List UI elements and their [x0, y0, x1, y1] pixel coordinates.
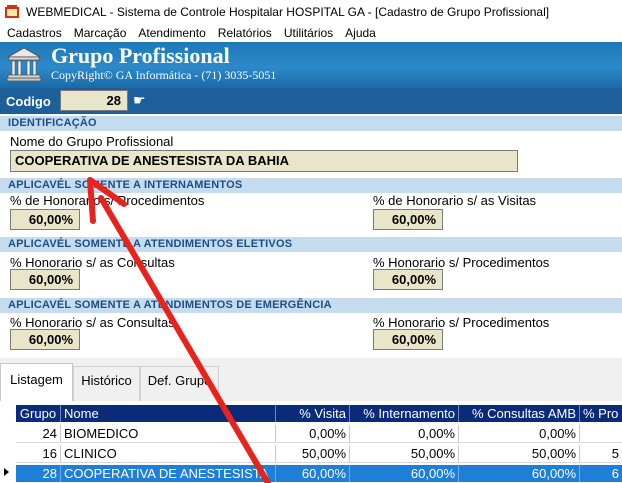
page-title: Grupo Profissional [51, 43, 230, 68]
cell-grupo: 28 [16, 465, 61, 482]
group-name-field[interactable]: COOPERATIVA DE ANESTESISTA DA BAHIA [10, 150, 518, 172]
pointing-hand-icon[interactable]: ☛ [133, 93, 146, 107]
section-eletivos: APLICAVÉL SOMENTE A ATENDIMENTOS ELETIVO… [0, 237, 622, 252]
cell-nome: COOPERATIVA DE ANESTESISTA [61, 465, 276, 482]
menu-cadastros[interactable]: Cadastros [0, 26, 68, 40]
cell-consultas-amb: 50,00% [459, 445, 580, 462]
table-row[interactable]: 24 BIOMEDICO 0,00% 0,00% 0,00% [16, 425, 622, 442]
listing-panel: Grupo Nome % Visita % Internamento % Con… [0, 401, 622, 483]
col-header-nome[interactable]: Nome [61, 405, 276, 422]
menu-marcacao[interactable]: Marcação [68, 26, 133, 40]
col-header-visita[interactable]: % Visita [276, 405, 350, 422]
table-row[interactable]: 16 CLINICO 50,00% 50,00% 50,00% 5 [16, 445, 622, 462]
cell-consultas-amb: 0,00% [459, 425, 580, 442]
emergencia-proc-field[interactable]: 60,00% [373, 329, 443, 350]
col-header-internamento[interactable]: % Internamento [350, 405, 459, 422]
section-identificacao: IDENTIFICAÇÃO [0, 116, 622, 131]
section-internamentos: APLICAVÉL SOMENTE A INTERNAMENTOS [0, 178, 622, 193]
tab-historico[interactable]: Histórico [73, 366, 140, 401]
emergencia-consultas-field[interactable]: 60,00% [10, 329, 80, 350]
table-row-selected[interactable]: 28 COOPERATIVA DE ANESTESISTA 60,00% 60,… [16, 465, 622, 482]
menu-utilitarios[interactable]: Utilitários [278, 26, 339, 40]
cell-internamento: 0,00% [350, 425, 459, 442]
intern-proc-label: % de Honorario s/ Procedimentos [10, 193, 205, 208]
window-title: WEBMEDICAL - Sistema de Controle Hospita… [26, 5, 550, 19]
menu-atendimento[interactable]: Atendimento [132, 26, 211, 40]
code-bar: Codigo 28 ☛ [0, 88, 622, 114]
cell-nome: BIOMEDICO [61, 425, 276, 442]
code-field[interactable]: 28 [60, 90, 128, 111]
tab-def-grupo[interactable]: Def. Grupo [140, 366, 219, 401]
group-table[interactable]: Grupo Nome % Visita % Internamento % Con… [16, 403, 622, 483]
col-header-consultas-amb[interactable]: % Consultas AMB [459, 405, 580, 422]
emergencia-consultas-label: % Honorario s/ as Consultas [10, 315, 175, 330]
intern-visitas-label: % de Honorario s/ as Visitas [373, 193, 537, 208]
cell-procedimentos [580, 425, 622, 442]
window-titlebar: WEBMEDICAL - Sistema de Controle Hospita… [0, 0, 622, 24]
eletivo-consultas-field[interactable]: 60,00% [10, 269, 80, 290]
form-header: Grupo Profissional CopyRight© GA Informá… [0, 42, 622, 88]
intern-visitas-field[interactable]: 60,00% [373, 209, 443, 230]
cell-nome: CLINICO [61, 445, 276, 462]
cell-procedimentos: 6 [611, 466, 619, 481]
emergencia-proc-label: % Honorario s/ Procedimentos [373, 315, 550, 330]
cell-visita: 50,00% [276, 445, 350, 462]
tab-listagem[interactable]: Listagem [0, 363, 73, 401]
cell-internamento: 60,00% [350, 465, 459, 482]
cell-procedimentos: 5 [611, 446, 619, 461]
col-header-grupo[interactable]: Grupo [16, 405, 61, 422]
form-panel: IDENTIFICAÇÃO Nome do Grupo Profissional… [0, 114, 622, 358]
menu-relatorios[interactable]: Relatórios [212, 26, 278, 40]
group-name-label: Nome do Grupo Profissional [10, 134, 174, 149]
row-divider [16, 442, 622, 443]
current-row-indicator-icon [4, 468, 9, 476]
menu-ajuda[interactable]: Ajuda [339, 26, 382, 40]
cell-grupo: 24 [16, 425, 61, 442]
eletivo-proc-label: % Honorario s/ Procedimentos [373, 255, 550, 270]
intern-proc-field[interactable]: 60,00% [10, 209, 80, 230]
cell-visita: 60,00% [276, 465, 350, 482]
cell-grupo: 16 [16, 445, 61, 462]
tab-strip: Listagem Histórico Def. Grupo [0, 358, 622, 401]
code-label: Codigo [6, 94, 51, 109]
cell-visita: 0,00% [276, 425, 350, 442]
cell-consultas-amb: 60,00% [459, 465, 580, 482]
col-header-procedimentos[interactable]: % Pro [580, 405, 622, 422]
row-divider [16, 462, 622, 463]
copyright-text: CopyRight© GA Informática - (71) 3035-50… [51, 68, 277, 82]
section-emergencia: APLICAVÉL SOMENTE A ATENDIMENTOS DE EMER… [0, 298, 622, 313]
building-columns-icon [6, 47, 42, 82]
table-header: Grupo Nome % Visita % Internamento % Con… [16, 405, 622, 422]
webmedical-app-icon[interactable] [4, 4, 20, 20]
menu-bar: Cadastros Marcação Atendimento Relatório… [0, 24, 622, 42]
eletivo-proc-field[interactable]: 60,00% [373, 269, 443, 290]
eletivo-consultas-label: % Honorario s/ as Consultas [10, 255, 175, 270]
cell-internamento: 50,00% [350, 445, 459, 462]
